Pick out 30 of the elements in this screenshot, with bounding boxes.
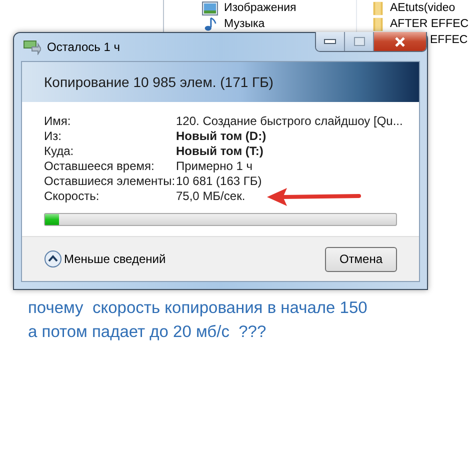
field-label: Имя: — [44, 114, 72, 129]
cancel-button[interactable]: Отмена — [325, 246, 397, 272]
less-details-link[interactable]: Меньше сведений — [64, 252, 166, 266]
field-value: 10 681 (163 ГБ) — [176, 174, 262, 189]
field-value: 120. Создание быстрого слайдшоу [Qu... — [176, 114, 403, 129]
field-value: Новый том (T:) — [176, 144, 264, 159]
field-value: Новый том (D:) — [176, 129, 266, 144]
field-label: Скорость: — [44, 189, 100, 204]
field-label: Оставшиеся элементы: — [44, 174, 176, 189]
copy-icon — [23, 39, 41, 55]
file-name[interactable]: AFTER EFFEC — [390, 17, 469, 31]
nav-item[interactable]: Музыка — [224, 17, 265, 31]
annotation-text: почему скорость копирования в начале 150 — [28, 298, 368, 319]
image-icon — [202, 0, 218, 16]
window-title: Осталось 1 ч — [47, 40, 120, 54]
field-value: 75,0 МБ/сек. — [176, 189, 246, 204]
close-button[interactable] — [374, 32, 426, 51]
field-label: Куда: — [44, 144, 75, 159]
file-name[interactable]: AEtuts(video — [390, 1, 456, 15]
close-icon — [394, 36, 406, 46]
annotation-text: а потом падает до 20 мб/с ??? — [28, 322, 268, 343]
file-name[interactable]: EFFEC — [430, 33, 468, 47]
header-title: Копирование 10 985 элем. (171 ГБ) — [44, 74, 274, 90]
field-label: Оставшееся время: — [44, 159, 156, 174]
music-note-icon — [202, 16, 218, 32]
field-label: Из: — [44, 129, 62, 144]
field-value: Примерно 1 ч — [176, 159, 252, 174]
nav-item[interactable]: Изображения — [224, 1, 296, 15]
minimize-button[interactable] — [316, 32, 345, 51]
collapse-icon[interactable] — [44, 250, 62, 268]
